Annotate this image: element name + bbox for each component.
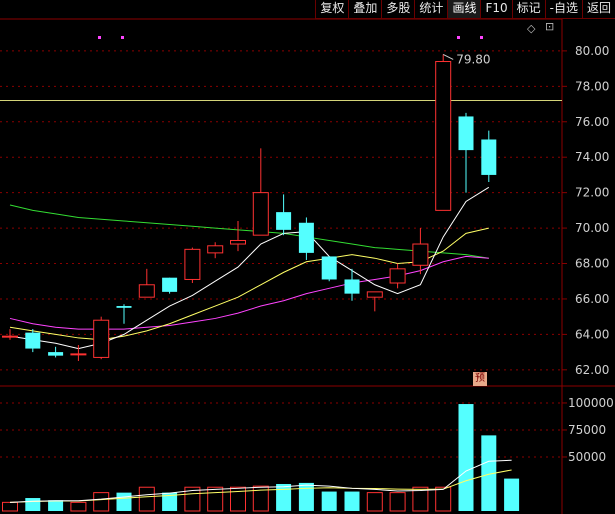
ma20-line [9,255,489,330]
candle-body [116,306,132,308]
volume-bar [321,491,337,511]
candle-body [138,284,155,298]
toolbar-button-8[interactable]: 返回 [581,0,615,19]
price-tick-label: 72.00 [575,186,609,200]
candle-body [276,212,292,230]
candle-body [412,243,429,266]
volume-bar [276,483,292,511]
candle-body [48,352,64,356]
event-marker [121,36,124,39]
candle-body [207,245,224,254]
candle-body [2,335,18,338]
event-marker [98,36,101,39]
toolbar-button-1[interactable]: 叠加 [348,0,382,19]
volume-bar [70,501,87,512]
candle-body [93,319,110,358]
toolbar: 复权 叠加 多股 统计 画线 F10 标记 -自选 返回 [315,0,615,19]
price-tick-label: 68.00 [575,257,609,271]
event-marker [480,36,483,39]
high-label-pointer [442,53,454,60]
candle-body [344,279,360,294]
toolbar-button-4[interactable]: 画线 [447,0,481,19]
volume-bar [344,491,360,511]
volume-bar [93,492,110,512]
price-tick-label: 70.00 [575,221,609,235]
kline-chart[interactable]: 80.00 78.00 76.00 74.00 72.00 70.00 68.00 66.00… [0,0,615,514]
price-tick-label: 76.00 [575,115,609,129]
volume-bar [207,486,224,512]
candle-body [70,353,87,356]
volume-bar [458,404,474,511]
candle-body [389,268,406,284]
forecast-badge: 预 [473,372,487,386]
volume-bar [435,486,452,512]
candle-body [298,222,314,253]
candle-body [230,239,246,245]
volume-bar [138,486,155,512]
volume-bar [25,498,41,511]
toolbar-button-0[interactable]: 复权 [315,0,349,19]
candle-body [184,248,201,280]
candle-body [481,139,497,175]
volume-bar [389,492,406,512]
volume-bar [48,500,64,511]
high-price-label: 79.80 [456,52,490,66]
candle-body [435,61,452,211]
price-tick-label: 66.00 [575,292,609,306]
candle-body [321,256,337,280]
price-tick-label: 64.00 [575,327,609,341]
toolbar-button-3[interactable]: 统计 [414,0,448,19]
toolbar-button-5[interactable]: F10 [480,0,512,19]
price-tick-label: 78.00 [575,79,609,93]
toolbar-button-2[interactable]: 多股 [381,0,415,19]
volume-bar [298,482,314,511]
price-tick-label: 62.00 [575,363,609,377]
volume-bar [2,501,18,512]
volume-tick-label: 50000 [568,450,606,464]
volume-tick-label: 75000 [568,423,606,437]
candle-body [162,277,178,292]
volume-bar [116,492,132,511]
diamond-icon[interactable]: ◇ [527,22,535,35]
toolbar-button-7[interactable]: -自选 [544,0,582,19]
toolbar-button-6[interactable]: 标记 [511,0,545,19]
candle-body [25,332,41,349]
candle-body [458,116,474,151]
ma5-line [9,186,490,350]
candle-body [366,291,383,298]
event-marker [457,36,460,39]
volume-tick-label: 100000 [568,396,614,410]
candle-body [252,192,269,236]
price-tick-label: 80.00 [575,44,609,58]
volume-bar [366,492,383,512]
price-tick-label: 74.00 [575,150,609,164]
volume-bar [504,478,520,511]
settings-icon[interactable]: ⊡ [545,20,554,33]
